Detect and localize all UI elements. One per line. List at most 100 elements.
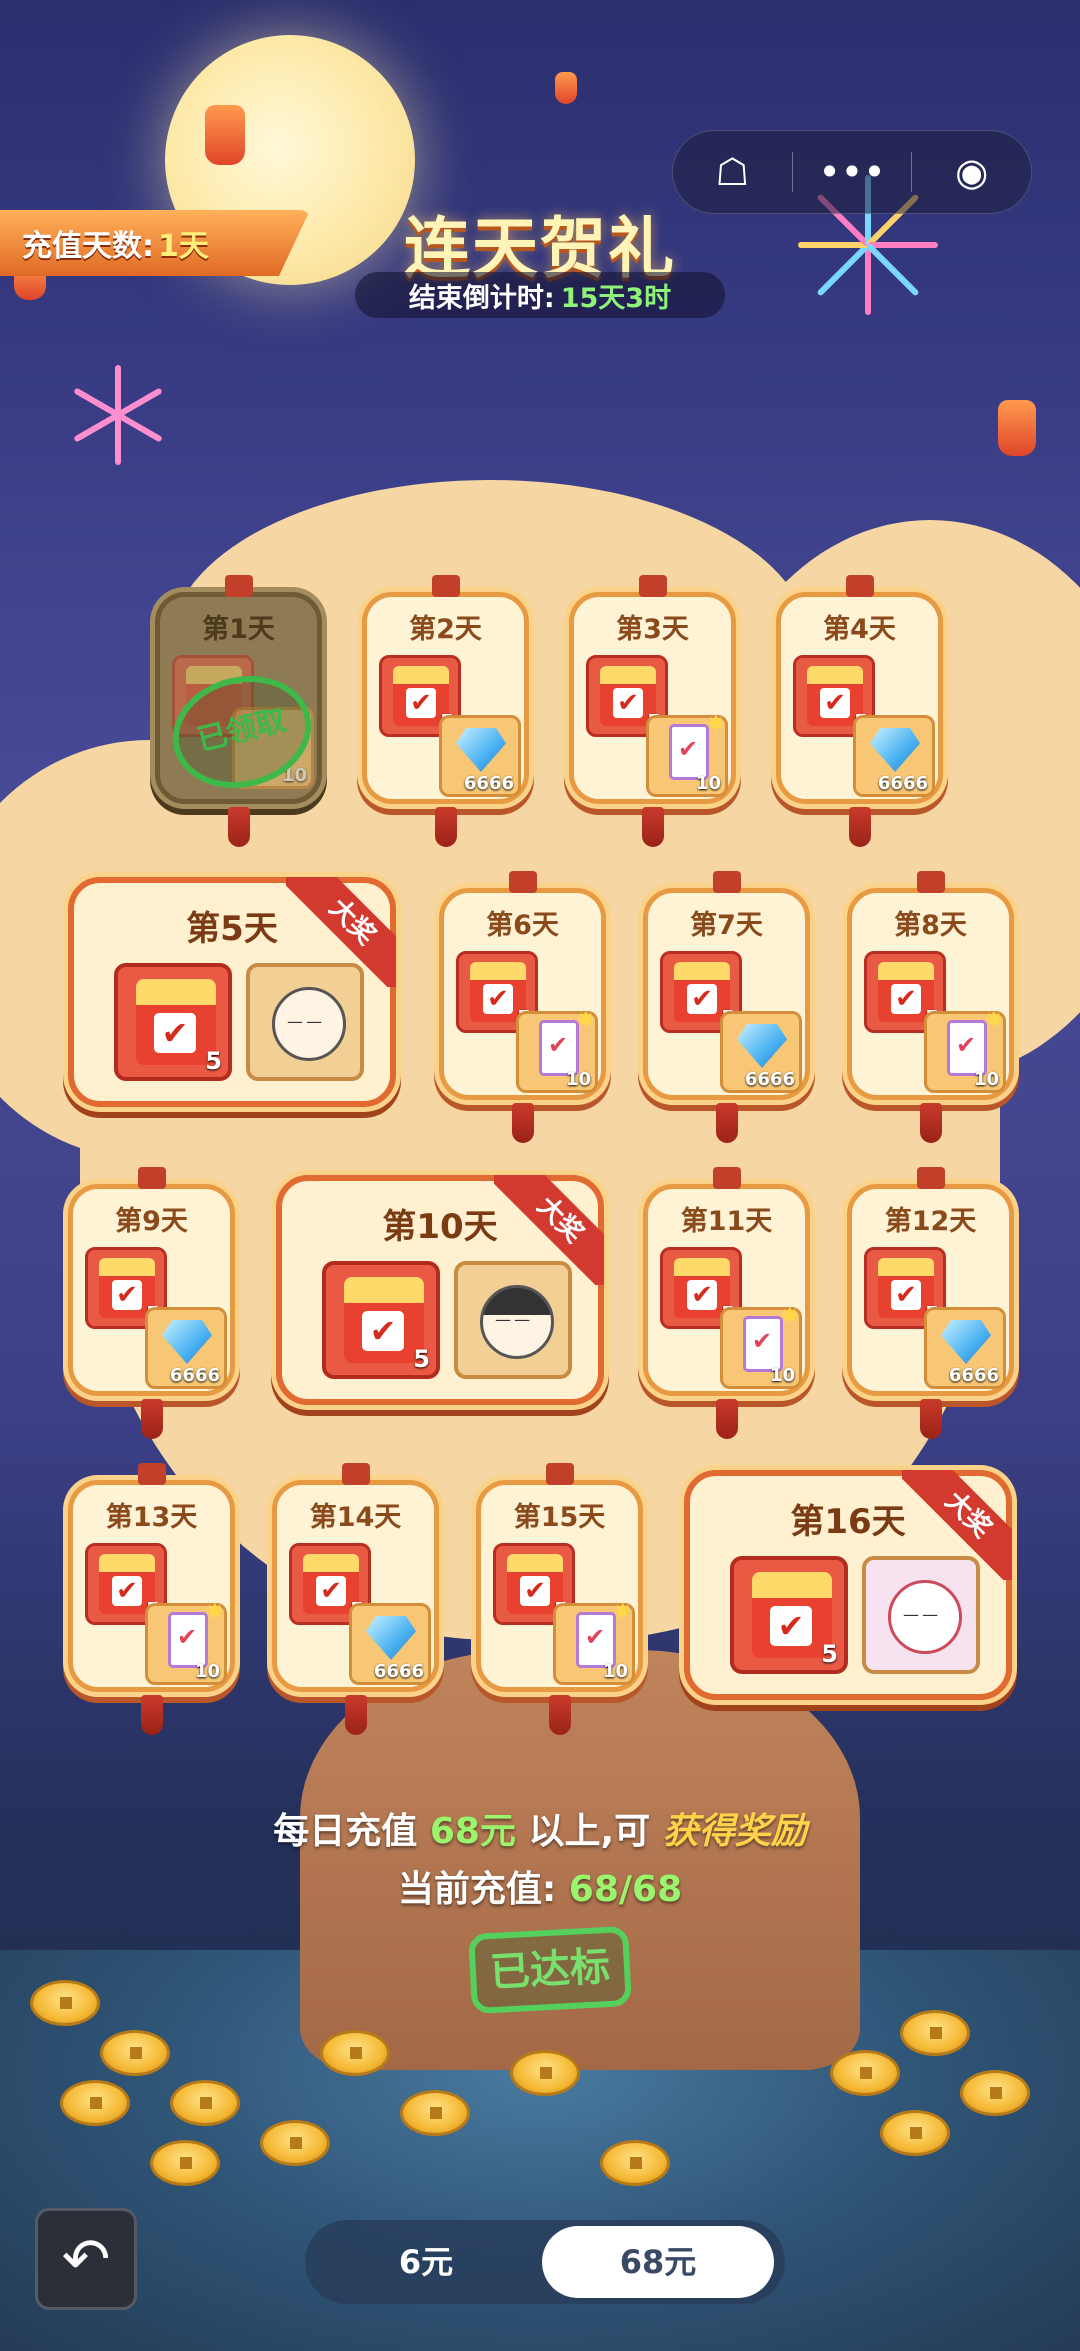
check-card-icon — [168, 1612, 208, 1668]
coin — [600, 2140, 670, 2186]
item-quantity: 10 — [769, 1365, 795, 1386]
diamond-item: 6666 — [853, 715, 935, 797]
day-card-3[interactable]: 第3天 ✔5 ✸10 — [569, 575, 736, 847]
card-item: ✸ 10 — [646, 712, 728, 797]
lantern-hook — [341, 1463, 370, 1485]
lantern-tassel — [227, 807, 250, 847]
item-quantity: 10 — [565, 1069, 591, 1090]
day-card-12[interactable]: 第12天 ✔5 6666 — [847, 1167, 1014, 1439]
day-card-9[interactable]: 第9天 ✔5 6666 — [68, 1167, 235, 1439]
day-card-15[interactable]: 第15天 ✔5 ✸10 — [476, 1463, 643, 1735]
bald-head-avatar-icon — [272, 987, 346, 1061]
day-card-7[interactable]: 第7天 ✔5 6666 — [643, 871, 810, 1143]
countdown-value: 15天3时 — [560, 282, 672, 314]
card-item: ✸ 10 — [720, 1304, 802, 1389]
recharge-days-banner: 充值天数: 1天 — [0, 210, 310, 276]
day-label: 第8天 — [894, 910, 967, 941]
avatar-reward — [454, 1261, 572, 1379]
coin — [510, 2050, 580, 2096]
more-dots-icon[interactable]: ••• — [793, 131, 912, 213]
star-icon: ✸ — [984, 1008, 1003, 1033]
lantern-hook — [638, 575, 667, 597]
tab-68-yuan[interactable]: 68元 — [542, 2226, 774, 2298]
coin — [60, 2080, 130, 2126]
day-card-1[interactable]: 第1天 10 已领取 — [155, 575, 324, 847]
current-recharge-value: 68/68 — [568, 1869, 683, 1910]
requirement-text: 每日充值 — [273, 1811, 418, 1852]
coin — [320, 2030, 390, 2076]
diamond-icon — [737, 1024, 787, 1068]
diamond-item: 6666 — [439, 715, 521, 797]
card-item: ✸ 10 — [553, 1600, 635, 1685]
lantern-tassel — [511, 1103, 534, 1143]
card-item: ✸ 10 — [924, 1008, 1006, 1093]
check-card-icon — [743, 1316, 783, 1372]
day-card-10[interactable]: 第10天 大奖 ✔ 5 — [276, 1175, 604, 1405]
requirement-reward-text: 获得奖励 — [662, 1811, 807, 1852]
day-card-2[interactable]: 第2天 ✔5 6666 — [362, 575, 529, 847]
countdown-bar: 结束倒计时: 15天3时 — [355, 272, 725, 318]
gift-box-icon: ✔5 — [322, 1261, 440, 1379]
lantern-hook — [916, 1167, 945, 1189]
star-icon: ✸ — [780, 1304, 799, 1329]
item-quantity: 10 — [194, 1661, 220, 1682]
record-icon[interactable]: ◉ — [912, 131, 1031, 213]
lantern-hook — [137, 1463, 166, 1485]
lantern-hook — [224, 575, 253, 597]
check-card-icon — [539, 1020, 579, 1076]
day-card-6[interactable]: 第6天 ✔5 ✸10 — [439, 871, 606, 1143]
lantern-tassel — [641, 807, 664, 847]
recharge-days-label: 充值天数: — [22, 229, 154, 264]
lantern-hook — [545, 1463, 574, 1485]
item-quantity: 6666 — [744, 1069, 795, 1090]
lantern-tassel — [140, 1399, 163, 1439]
diamond-item: 6666 — [924, 1307, 1006, 1389]
current-recharge: 当前充值: 68/68 — [0, 1860, 1080, 1912]
avatar-reward — [246, 963, 364, 1081]
day-card-11[interactable]: 第11天 ✔5 ✸10 — [643, 1167, 810, 1439]
lantern-hook — [508, 871, 537, 893]
day-card-5[interactable]: 第5天 大奖 ✔ 5 — [68, 877, 396, 1107]
gift-box-icon: ✔5 — [114, 963, 232, 1081]
tab-6-yuan[interactable]: 6元 — [310, 2226, 542, 2298]
diamond-icon — [162, 1320, 212, 1364]
current-recharge-label: 当前充值: — [397, 1869, 557, 1910]
diamond-icon — [870, 728, 920, 772]
diamond-item: 6666 — [720, 1011, 802, 1093]
day-label: 第4天 — [823, 614, 896, 645]
card-item: ✸ 10 — [145, 1600, 227, 1685]
lantern-hook — [916, 871, 945, 893]
gift-quantity: 5 — [205, 1047, 222, 1075]
miniprogram-capsule: ☖ ••• ◉ — [672, 130, 1032, 214]
day-card-16[interactable]: 第16天 大奖 ✔ 5 — [684, 1470, 1012, 1700]
check-card-icon — [576, 1612, 616, 1668]
ghost-icon[interactable]: ☖ — [673, 131, 792, 213]
star-icon: ✸ — [613, 1600, 632, 1625]
diamond-item: 6666 — [349, 1603, 431, 1685]
lantern-tassel — [715, 1103, 738, 1143]
coin — [100, 2030, 170, 2076]
item-quantity: 10 — [695, 773, 721, 794]
day-card-4[interactable]: 第4天 ✔5 6666 — [776, 575, 943, 847]
day-card-13[interactable]: 第13天 ✔5 ✸10 — [68, 1463, 235, 1735]
sky-lantern — [205, 105, 245, 165]
coin — [960, 2070, 1030, 2116]
back-arrow-button[interactable]: ↶ — [35, 2208, 137, 2310]
lantern-tassel — [715, 1399, 738, 1439]
star-icon: ✸ — [205, 1600, 224, 1625]
lantern-hook — [712, 871, 741, 893]
item-quantity: 6666 — [373, 1661, 424, 1682]
lantern-tassel — [919, 1399, 942, 1439]
lantern-tassel — [548, 1695, 571, 1735]
day-card-14[interactable]: 第14天 ✔5 6666 — [272, 1463, 439, 1735]
day-card-8[interactable]: 第8天 ✔5 ✸10 — [847, 871, 1014, 1143]
day-label: 第11天 — [680, 1206, 773, 1237]
diamond-icon — [941, 1320, 991, 1364]
countdown-label: 结束倒计时: — [408, 282, 555, 314]
check-card-icon — [947, 1020, 987, 1076]
star-icon: ✸ — [576, 1008, 595, 1033]
recharge-days-value: 1天 — [158, 229, 209, 264]
day-label: 第1天 — [202, 614, 275, 645]
sky-lantern — [555, 72, 577, 104]
lantern-tassel — [140, 1695, 163, 1735]
